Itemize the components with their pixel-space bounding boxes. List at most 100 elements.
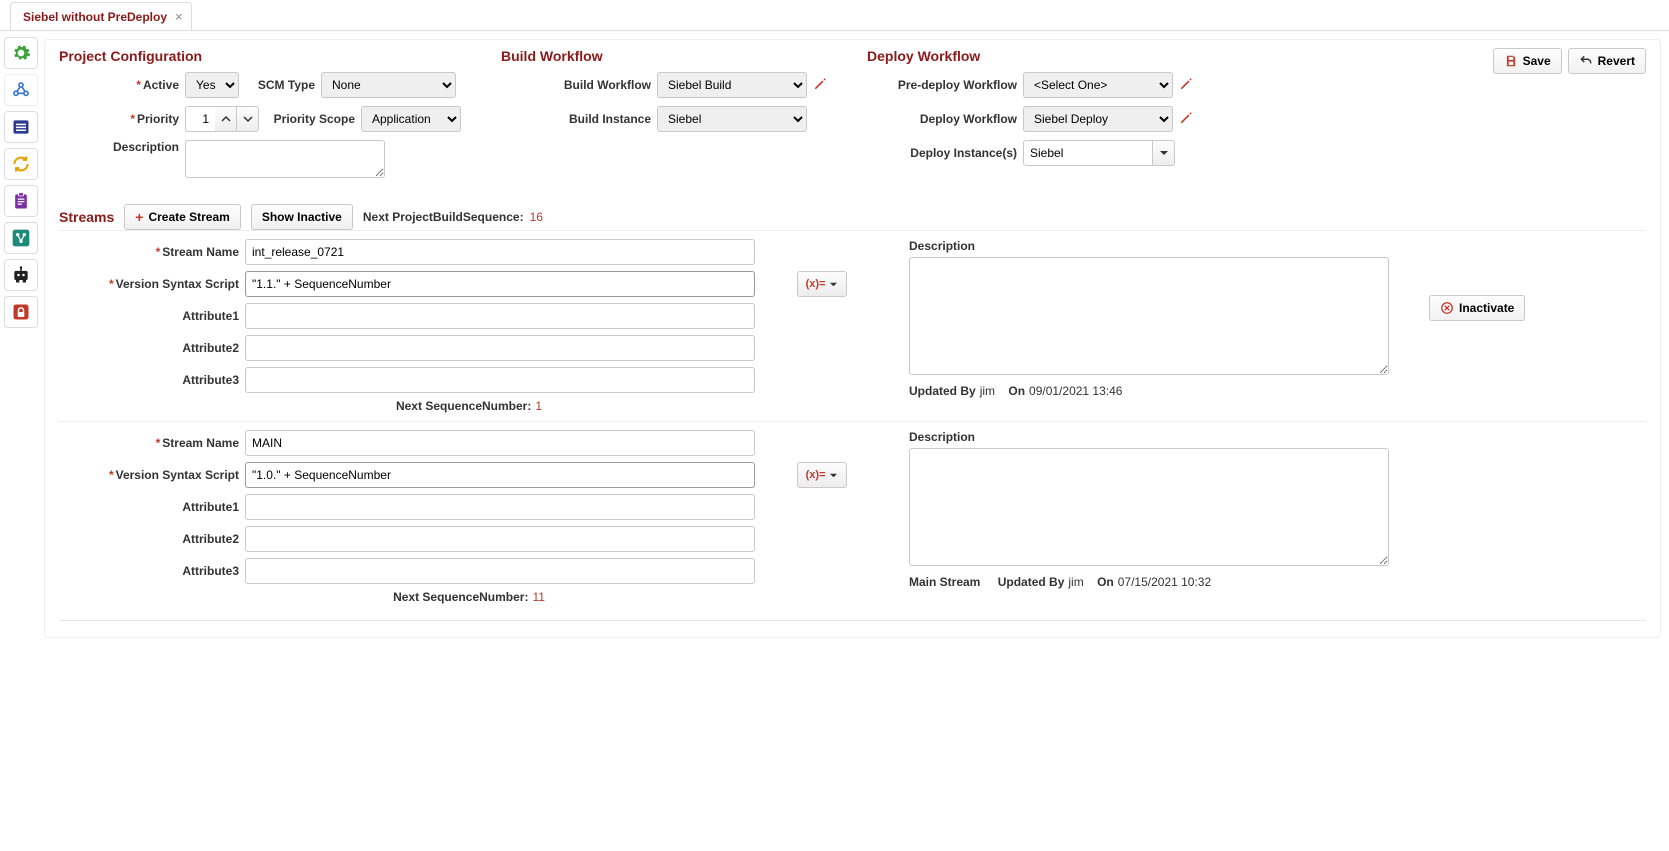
attribute3-input[interactable] — [245, 367, 755, 393]
fx-button[interactable]: (x)= — [797, 462, 847, 488]
deploy-workflow-label: Deploy Workflow — [867, 112, 1017, 126]
attribute1-input[interactable] — [245, 303, 755, 329]
tab-bar: Siebel without PreDeploy × — [0, 0, 1669, 31]
section-heading: Project Configuration — [59, 48, 461, 64]
description-label: Description — [909, 239, 1399, 253]
gear-icon[interactable] — [4, 37, 38, 69]
deploy-instances-dropdown-button[interactable] — [1153, 140, 1175, 166]
priority-scope-label: Priority Scope — [265, 112, 355, 126]
chevron-up-icon — [221, 114, 231, 124]
fx-icon: (x)= — [806, 278, 826, 290]
list-icon[interactable] — [4, 111, 38, 143]
version-syntax-label: *Version Syntax Script — [59, 468, 239, 482]
fx-icon: (x)= — [806, 469, 826, 481]
circle-x-icon — [1440, 301, 1454, 315]
stream-name-input[interactable] — [245, 430, 755, 456]
lock-icon[interactable] — [4, 296, 38, 328]
cycle-icon[interactable] — [4, 148, 38, 180]
build-workflow-select[interactable]: Siebel Build — [657, 72, 807, 98]
close-icon[interactable]: × — [175, 9, 183, 24]
revert-icon — [1579, 54, 1593, 68]
next-seq-row: Next SequenceNumber:1 — [59, 399, 879, 413]
save-button[interactable]: Save — [1493, 48, 1562, 74]
required-star-icon: * — [109, 277, 114, 291]
predeploy-workflow-label: Pre-deploy Workflow — [867, 78, 1017, 92]
version-syntax-label: *Version Syntax Script — [59, 277, 239, 291]
revert-button[interactable]: Revert — [1568, 48, 1646, 74]
version-syntax-input[interactable] — [245, 462, 755, 488]
pencil-icon[interactable] — [813, 77, 827, 94]
streams-heading: Streams — [59, 209, 114, 225]
deploy-instances-input[interactable] — [1023, 140, 1153, 166]
version-syntax-input[interactable] — [245, 271, 755, 297]
attribute2-input[interactable] — [245, 335, 755, 361]
predeploy-workflow-select[interactable]: <Select One> — [1023, 72, 1173, 98]
build-instance-label: Build Instance — [501, 112, 651, 126]
required-star-icon: * — [156, 245, 161, 259]
scm-type-select[interactable]: None — [321, 72, 456, 98]
stream-description-textarea[interactable] — [909, 257, 1389, 375]
attribute3-label: Attribute3 — [59, 373, 239, 387]
build-workflow-section: Build Workflow Build Workflow Siebel Bui… — [501, 48, 827, 140]
description-label: Description — [59, 140, 179, 154]
save-icon — [1504, 54, 1518, 68]
required-star-icon: * — [156, 436, 161, 450]
priority-label: *Priority — [59, 112, 179, 126]
show-inactive-button[interactable]: Show Inactive — [251, 204, 353, 230]
scm-type-label: SCM Type — [245, 78, 315, 92]
required-star-icon: * — [130, 112, 135, 126]
section-heading: Build Workflow — [501, 48, 827, 64]
priority-scope-select[interactable]: Application — [361, 106, 461, 132]
description-label: Description — [909, 430, 1399, 444]
attribute3-label: Attribute3 — [59, 564, 239, 578]
stream-meta: Updated Byjim On09/01/2021 13:46 — [909, 384, 1399, 398]
robot-icon[interactable] — [4, 259, 38, 291]
inactivate-button[interactable]: Inactivate — [1429, 295, 1525, 321]
deploy-workflow-select[interactable]: Siebel Deploy — [1023, 106, 1173, 132]
attribute3-input[interactable] — [245, 558, 755, 584]
priority-up-button[interactable] — [215, 106, 237, 132]
caret-down-icon — [829, 280, 838, 289]
stream-row: *Stream Name *Version Syntax Script (x)=… — [59, 421, 1646, 612]
required-star-icon: * — [136, 78, 141, 92]
share-icon[interactable] — [4, 222, 38, 254]
stream-row: *Stream Name *Version Syntax Script (x)=… — [59, 230, 1646, 421]
stream-name-label: *Stream Name — [59, 436, 239, 450]
priority-down-button[interactable] — [237, 106, 259, 132]
build-instance-select[interactable]: Siebel — [657, 106, 807, 132]
priority-input[interactable] — [185, 106, 215, 132]
attribute1-label: Attribute1 — [59, 500, 239, 514]
fx-button[interactable]: (x)= — [797, 271, 847, 297]
stream-description-textarea[interactable] — [909, 448, 1389, 566]
attribute2-input[interactable] — [245, 526, 755, 552]
required-star-icon: * — [109, 468, 114, 482]
next-seq-row: Next SequenceNumber:11 — [59, 590, 879, 604]
deploy-instances-label: Deploy Instance(s) — [867, 146, 1017, 160]
next-buildseq-value: 16 — [530, 210, 543, 224]
clipboard-icon[interactable] — [4, 185, 38, 217]
caret-down-icon — [829, 471, 838, 480]
project-configuration-section: Project Configuration *Active Yes SCM Ty… — [59, 48, 461, 186]
stream-name-input[interactable] — [245, 239, 755, 265]
main-content: Save Revert Project Configuration *Activ… — [44, 39, 1661, 638]
tab-siebel[interactable]: Siebel without PreDeploy × — [10, 2, 192, 30]
active-label: *Active — [59, 78, 179, 92]
attribute2-label: Attribute2 — [59, 341, 239, 355]
section-heading: Deploy Workflow — [867, 48, 1193, 64]
pencil-icon[interactable] — [1179, 111, 1193, 128]
left-icon-rail — [0, 31, 44, 646]
pencil-icon[interactable] — [1179, 77, 1193, 94]
stream-name-label: *Stream Name — [59, 245, 239, 259]
stream-meta: Main Stream Updated Byjim On07/15/2021 1… — [909, 575, 1399, 589]
active-select[interactable]: Yes — [185, 72, 239, 98]
create-stream-button[interactable]: + Create Stream — [124, 204, 241, 230]
description-textarea[interactable] — [185, 140, 385, 178]
attribute1-label: Attribute1 — [59, 309, 239, 323]
attribute2-label: Attribute2 — [59, 532, 239, 546]
next-buildseq-label: Next ProjectBuildSequence: — [363, 210, 524, 224]
attribute1-input[interactable] — [245, 494, 755, 520]
nodes-icon[interactable] — [4, 74, 38, 106]
build-workflow-label: Build Workflow — [501, 78, 651, 92]
chevron-down-icon — [243, 114, 253, 124]
caret-down-icon — [1159, 148, 1169, 158]
